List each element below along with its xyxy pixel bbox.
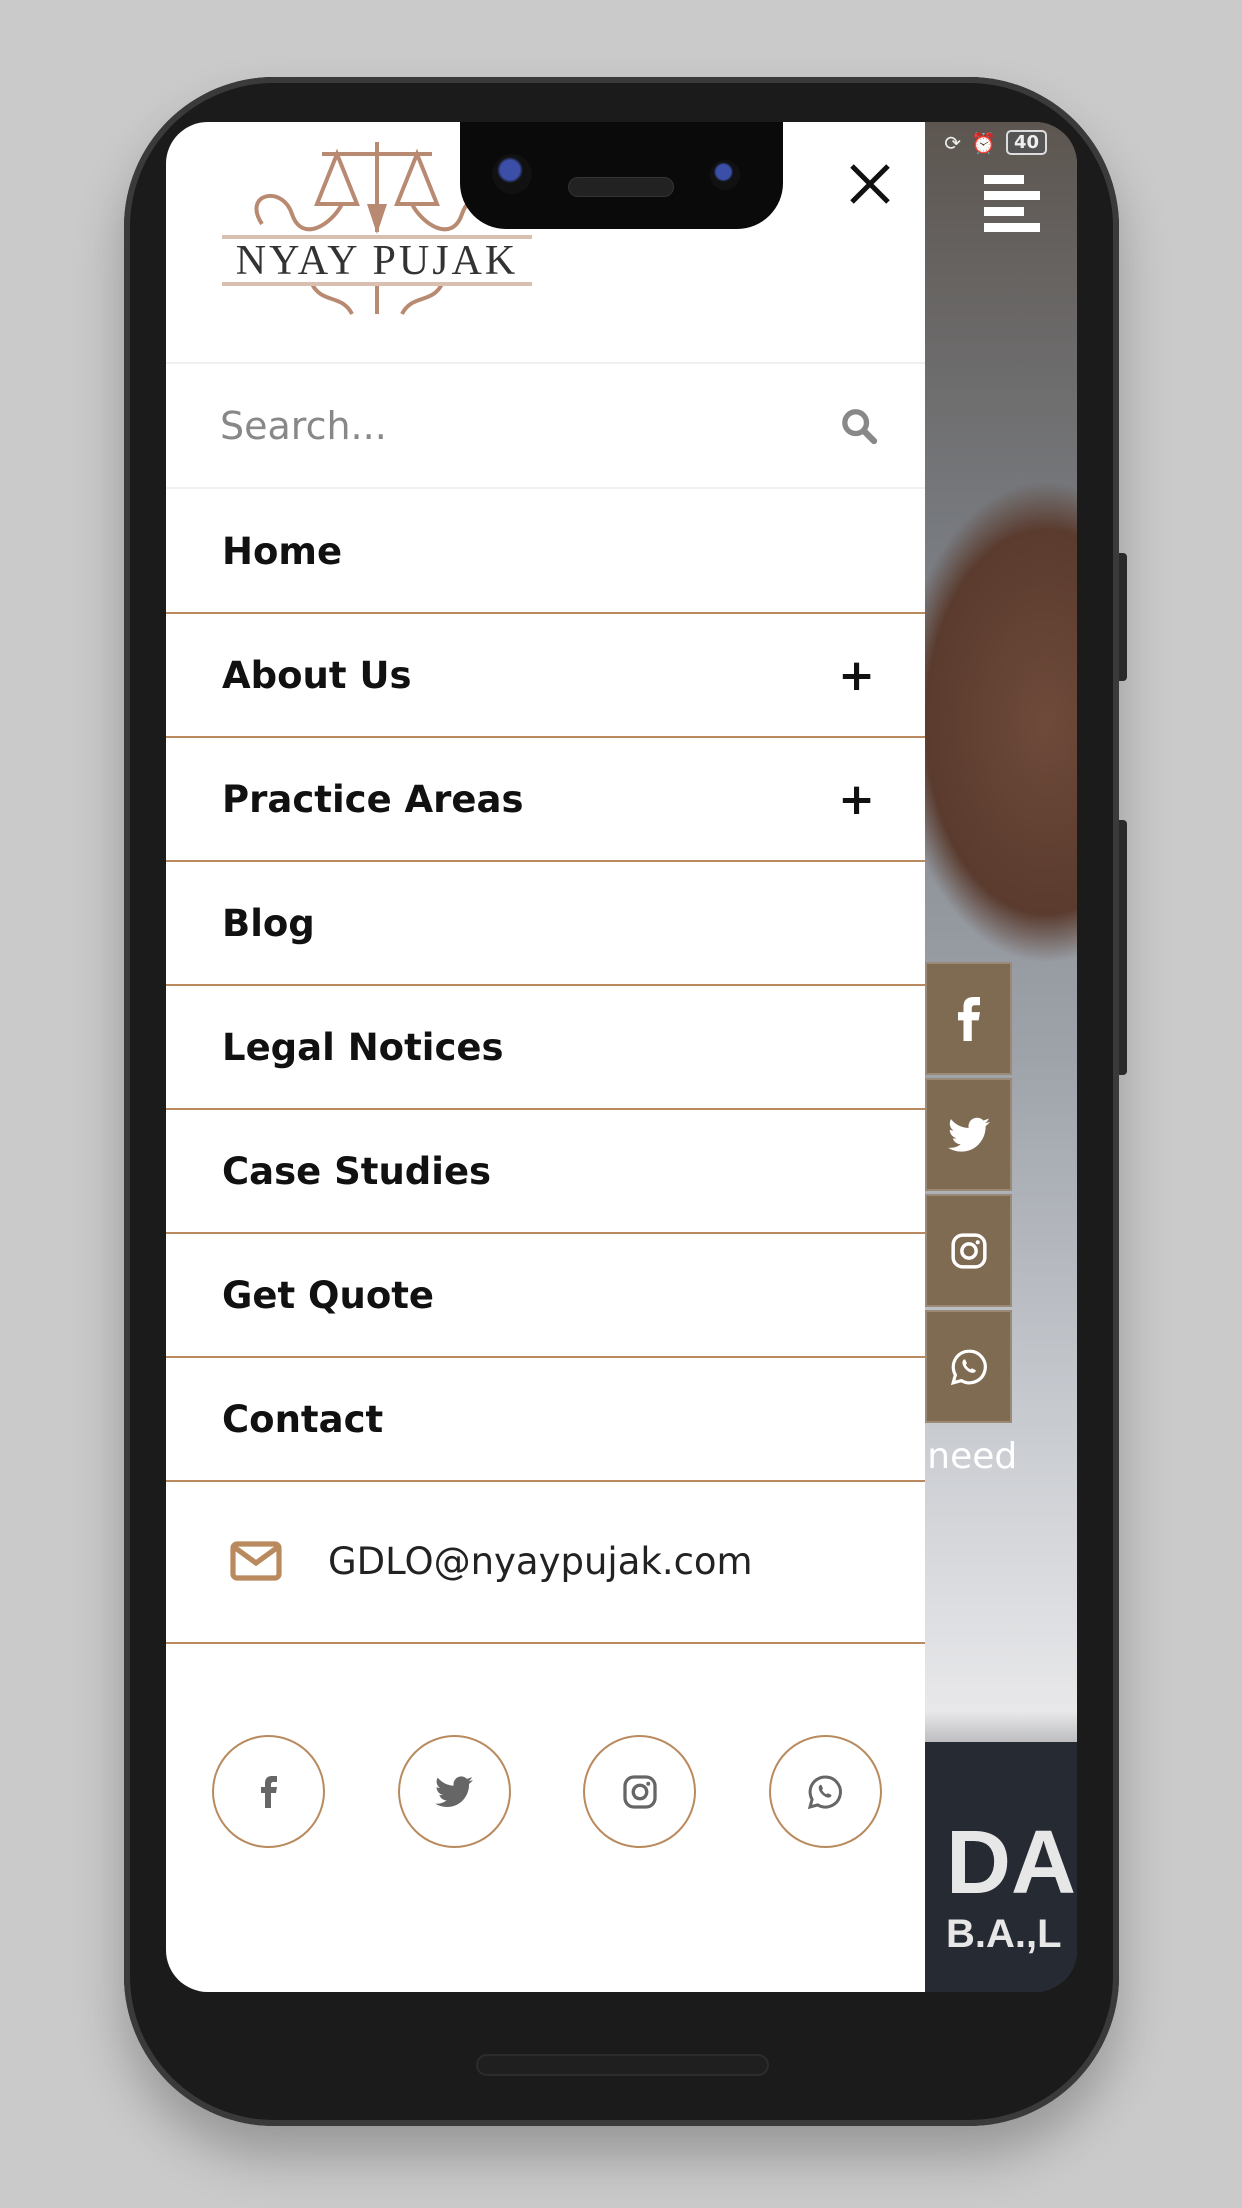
rotate-lock-icon: ⟳ (944, 130, 962, 155)
menu-item-label: Get Quote (222, 1273, 435, 1317)
bottom-speaker-bar (476, 2054, 769, 2076)
envelope-icon (230, 1541, 282, 1581)
close-icon[interactable] (846, 160, 894, 208)
power-button (1119, 553, 1127, 681)
contact-email[interactable]: GDLO@nyaypujak.com (166, 1480, 925, 1644)
screen: DA B.A.,L n need ⟳ ⏰ 40 NYAY PUJAK Home … (166, 122, 1077, 1992)
twitter-icon[interactable] (397, 1735, 511, 1848)
menu-item-label: Contact (222, 1397, 384, 1441)
hamburger-menu-icon[interactable] (984, 175, 1040, 239)
menu-item-practice-areas[interactable]: Practice Areas + (166, 738, 925, 862)
plate-subtext: B.A.,L (946, 1912, 1062, 1956)
menu-item-about-us[interactable]: About Us + (166, 614, 925, 738)
menu-item-label: Home (222, 529, 343, 573)
facebook-icon[interactable] (925, 962, 1012, 1075)
whatsapp-icon[interactable] (925, 1310, 1012, 1423)
drawer-social-links (212, 1735, 882, 1848)
mobile-nav-drawer: NYAY PUJAK Home About Us + Practice Areas… (166, 122, 925, 1992)
facebook-icon[interactable] (212, 1735, 325, 1848)
battery-indicator: 40 (1005, 130, 1047, 155)
earpiece-speaker (568, 177, 674, 197)
twitter-icon[interactable] (925, 1078, 1012, 1191)
menu-item-get-quote[interactable]: Get Quote (166, 1234, 925, 1358)
alarm-icon: ⏰ (971, 130, 996, 155)
menu-item-label: Case Studies (222, 1149, 492, 1193)
menu-item-label: Blog (222, 901, 315, 945)
volume-button (1119, 820, 1127, 1075)
menu-item-case-studies[interactable]: Case Studies (166, 1110, 925, 1234)
menu-item-label: Legal Notices (222, 1025, 504, 1069)
camera-notch (460, 122, 783, 229)
front-camera (492, 154, 532, 194)
status-bar: ⟳ ⏰ 40 (944, 130, 1047, 155)
instagram-icon[interactable] (925, 1194, 1012, 1307)
menu-item-legal-notices[interactable]: Legal Notices (166, 986, 925, 1110)
menu-item-contact[interactable]: Contact (166, 1358, 925, 1482)
search-icon[interactable] (839, 406, 879, 446)
menu-item-home[interactable]: Home (166, 490, 925, 614)
menu-item-blog[interactable]: Blog (166, 862, 925, 986)
front-sensor (710, 160, 740, 190)
menu-item-label: Practice Areas (222, 777, 524, 821)
search-box (166, 362, 925, 489)
floating-social-bar (925, 962, 1012, 1426)
search-input[interactable] (220, 403, 839, 448)
menu-item-label: About Us (222, 653, 412, 697)
nav-menu: Home About Us + Practice Areas + Blog Lega… (166, 490, 925, 1482)
email-link[interactable]: GDLO@nyaypujak.com (328, 1540, 753, 1583)
expand-plus-icon[interactable]: + (838, 650, 875, 701)
instagram-icon[interactable] (583, 1735, 697, 1848)
expand-plus-icon[interactable]: + (838, 774, 875, 825)
whatsapp-icon[interactable] (768, 1735, 882, 1848)
plate-text: DA (946, 1813, 1076, 1913)
svg-text:NYAY PUJAK: NYAY PUJAK (236, 238, 518, 284)
